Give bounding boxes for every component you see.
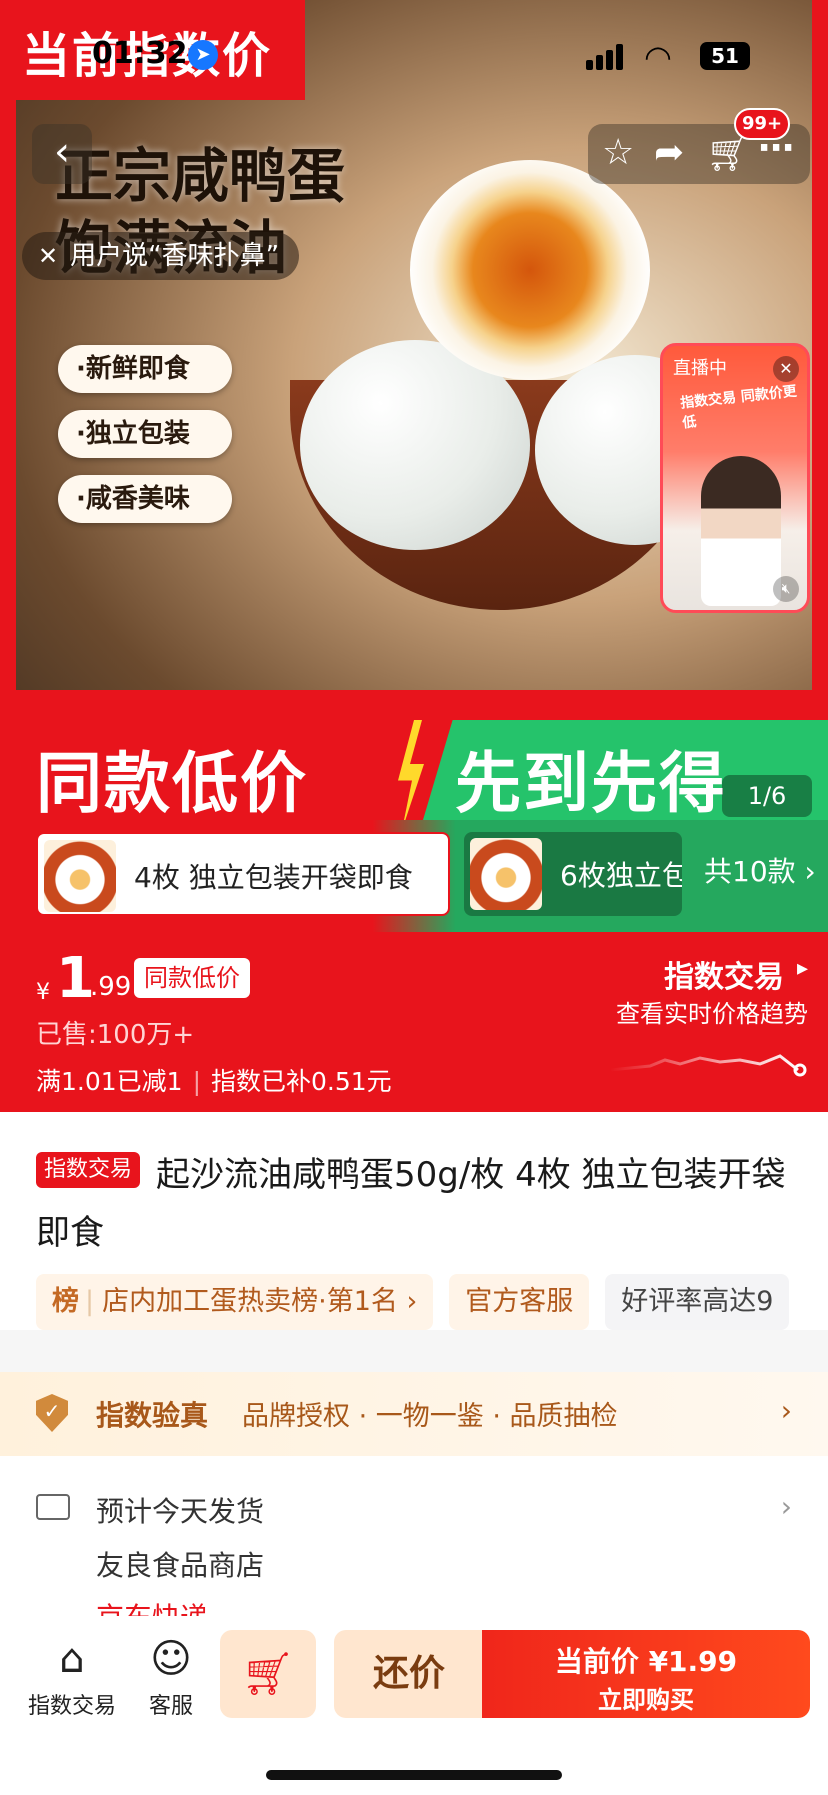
verify-items: 品牌授权 · 一物一鉴 · 品质抽检	[242, 1401, 618, 1432]
cart-plus-icon: 🛒︎	[241, 1649, 295, 1698]
product-title: 起沙流油咸鸭蛋50g/枚 4枚 独立包装开袋即食	[36, 1155, 786, 1253]
star-icon[interactable]: ☆	[602, 132, 634, 173]
price-bar: ¥ 1 .99 同款低价 已售:100万+ 满1.01已减1 | 指数已补0.51元…	[0, 932, 828, 1112]
caret-right-icon: ▸	[796, 956, 808, 981]
shop-name: 友良食品商店	[96, 1549, 265, 1582]
close-icon[interactable]: ✕	[38, 242, 58, 270]
back-button[interactable]: ‹	[32, 124, 92, 184]
battery-icon: 51	[700, 42, 750, 70]
product-page: 当前指数价 正宗咸鸭蛋 饱满流油 ·新鲜即食 ·独立包装 ·咸香美味 同款低价 …	[0, 0, 828, 1795]
divider: |	[192, 1067, 202, 1096]
cart-count-badge: 99+	[734, 108, 791, 140]
promo-line: 满1.01已减1 | 指数已补0.51元	[36, 1062, 392, 1098]
live-tag: 直播中	[673, 358, 727, 379]
index-trade-label: 指数交易	[27, 1694, 116, 1719]
index-trade-tag: 指数交易	[36, 1152, 141, 1188]
location-arrow-icon: ➤	[188, 40, 218, 70]
chevron-right-icon: ›	[780, 1490, 792, 1523]
bottom-action-bar: ⌂ 指数交易 ☺ 客服 🛒︎ 还价 当前价 ¥1.99 立即购买	[0, 1616, 828, 1795]
variant-option-selected[interactable]: 4枚 独立包装开袋即食	[36, 832, 450, 916]
variant-label: 6枚独立包	[560, 859, 682, 892]
price-badge: 同款低价	[134, 958, 250, 998]
shipping-row[interactable]: 预计今天发货 友良食品商店 京东快递 ›	[0, 1456, 828, 1634]
price-trend-link[interactable]: 查看实时价格趋势	[616, 994, 808, 1029]
store-icon: ⌂	[59, 1636, 85, 1682]
price-trend-sparkline	[610, 1054, 807, 1077]
rating-chip[interactable]: 好评率高达9	[605, 1274, 790, 1330]
feature-pill: ·咸香美味	[58, 475, 232, 523]
live-stream-window[interactable]: 直播中 ✕ 指数交易 同款价更低 🔇︎	[660, 343, 810, 613]
review-chip[interactable]: ✕ 用户说“香味扑鼻”	[22, 232, 300, 280]
divider: |	[85, 1286, 95, 1317]
chevron-left-icon: ‹	[54, 129, 70, 175]
close-icon[interactable]: ✕	[773, 356, 799, 382]
verify-title: 指数验真	[96, 1399, 209, 1432]
headline-line-1: 正宗咸鸭蛋	[55, 142, 346, 210]
share-icon[interactable]: ➦	[654, 132, 684, 173]
shipping-eta: 预计今天发货	[96, 1495, 265, 1528]
price-decimal: .99	[90, 972, 132, 1002]
ranking-chip[interactable]: 榜 | 店内加工蛋热卖榜·第1名 ›	[36, 1274, 434, 1330]
buy-price: 当前价 ¥1.99	[554, 1645, 738, 1678]
promo-strip-right-text: 先到先得	[455, 745, 727, 822]
variant-label: 4枚 独立包装开袋即食	[134, 861, 413, 894]
chevron-right-icon: ›	[780, 1394, 792, 1427]
status-time: 01:32	[92, 36, 188, 71]
add-to-cart-button[interactable]: 🛒︎	[220, 1630, 316, 1718]
product-title-card: 起沙流油咸鸭蛋50g/枚 4枚 独立包装开袋即食 指数交易 榜 | 店内加工蛋热卖榜…	[0, 1112, 828, 1330]
promo-strip-left-text: 同款低价	[36, 745, 308, 822]
customer-service-label: 客服	[148, 1694, 193, 1719]
smiley-icon: ☺	[150, 1636, 192, 1682]
cut-egg-illustration	[410, 160, 650, 380]
sold-count: 已售:100万+	[36, 1020, 195, 1050]
shield-check-icon: ✓	[36, 1394, 68, 1432]
wifi-icon: ◠	[644, 38, 672, 76]
authenticity-row[interactable]: ✓ 指数验真 品牌授权 · 一物一鉴 · 品质抽检 ›	[0, 1372, 828, 1456]
feature-pill: ·独立包装	[58, 410, 232, 458]
index-trade-title[interactable]: 指数交易	[664, 952, 784, 996]
signal-icon	[586, 44, 630, 70]
promo-subsidy: 指数已补0.51元	[211, 1067, 392, 1096]
review-chip-text: 用户说“香味扑鼻”	[70, 241, 280, 271]
all-variants-link[interactable]: 共10款 ›	[704, 850, 816, 890]
variant-option[interactable]: 6枚独立包	[464, 832, 682, 916]
status-bar: 01:32 ➤ ◠ 51	[0, 0, 828, 110]
truck-icon	[36, 1494, 70, 1520]
variant-thumbnail	[470, 838, 542, 910]
customer-service-button[interactable]: ☺ 客服	[136, 1636, 206, 1720]
bargain-button[interactable]: 还价	[334, 1630, 484, 1718]
feature-pill: ·新鲜即食	[58, 345, 232, 393]
live-host-illustration	[701, 456, 781, 606]
currency-symbol: ¥	[36, 980, 50, 1005]
product-chips: 榜 | 店内加工蛋热卖榜·第1名 › 官方客服 好评率高达9	[36, 1274, 828, 1330]
image-counter: 1/6	[722, 775, 812, 817]
promo-discount: 满1.01已减1	[36, 1067, 183, 1096]
live-slogan: 指数交易 同款价更低	[679, 383, 798, 432]
mute-icon[interactable]: 🔇︎	[773, 576, 799, 602]
rank-label: 榜	[52, 1286, 79, 1317]
home-indicator[interactable]	[266, 1770, 562, 1780]
buy-now-button[interactable]: 当前价 ¥1.99 立即购买	[482, 1630, 810, 1718]
buy-label: 立即购买	[598, 1686, 694, 1714]
index-trade-button[interactable]: ⌂ 指数交易	[24, 1636, 120, 1720]
official-service-chip[interactable]: 官方客服	[449, 1274, 590, 1330]
rank-text: 店内加工蛋热卖榜·第1名 ›	[102, 1286, 418, 1317]
variant-thumbnail	[44, 840, 116, 912]
